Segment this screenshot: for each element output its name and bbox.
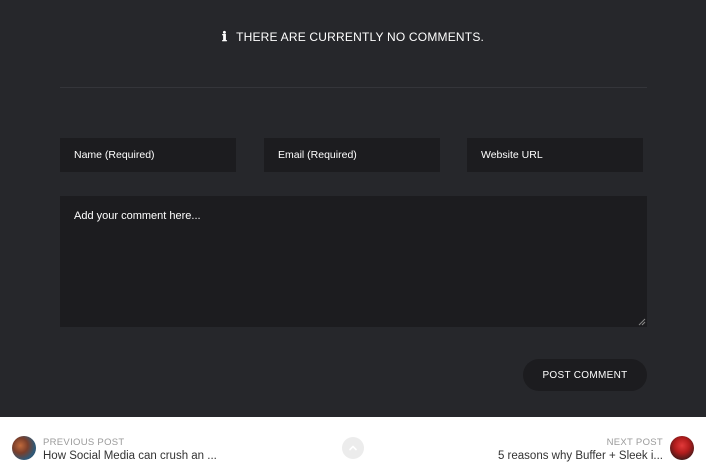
name-field[interactable]	[60, 138, 236, 172]
previous-post-label: PREVIOUS POST	[43, 437, 125, 448]
email-field[interactable]	[264, 138, 440, 172]
previous-post-link[interactable]: PREVIOUS POST How Social Media can crush…	[0, 417, 260, 472]
scroll-top-button[interactable]	[342, 437, 364, 459]
no-comments-notice: ℹ THERE ARE CURRENTLY NO COMMENTS.	[0, 30, 706, 45]
info-icon: ℹ	[221, 30, 228, 45]
next-post-link[interactable]: NEXT POST 5 reasons why Buffer + Sleek i…	[446, 417, 706, 472]
no-comments-text: THERE ARE CURRENTLY NO COMMENTS.	[236, 30, 485, 44]
chevron-up-icon	[349, 445, 357, 451]
comments-section: ℹ THERE ARE CURRENTLY NO COMMENTS. POST C…	[0, 0, 706, 417]
website-field[interactable]	[467, 138, 643, 172]
post-comment-button[interactable]: POST COMMENT	[523, 359, 647, 391]
previous-post-thumbnail	[12, 436, 36, 460]
post-navigation: PREVIOUS POST How Social Media can crush…	[0, 417, 706, 472]
divider	[60, 87, 647, 88]
next-post-label: NEXT POST	[606, 437, 663, 448]
next-post-thumbnail	[670, 436, 694, 460]
comment-textarea[interactable]	[60, 196, 647, 327]
next-post-title[interactable]: 5 reasons why Buffer + Sleek i...	[498, 450, 663, 462]
previous-post-title[interactable]: How Social Media can crush an ...	[43, 450, 217, 462]
resize-handle-icon[interactable]	[638, 318, 646, 326]
